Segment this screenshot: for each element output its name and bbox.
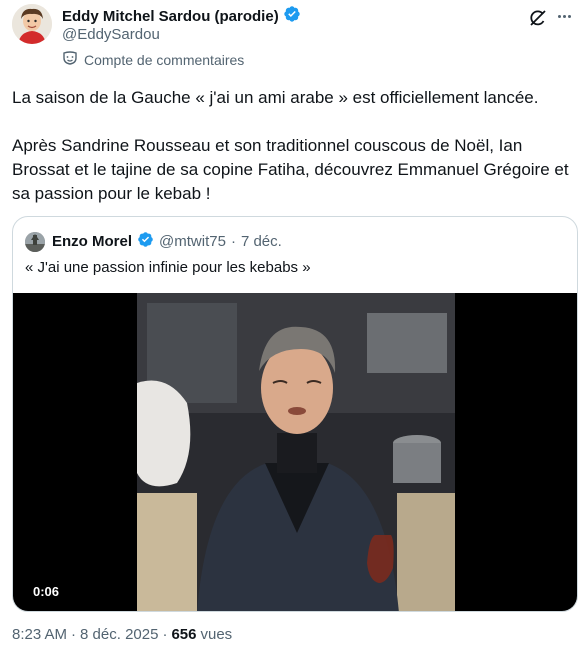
separator-dot: · [71,626,77,643]
theater-masks-icon [62,50,78,69]
tweet-footer: 8:23 AM · 8 déc. 2025 · 656 vues [12,626,232,643]
video-player[interactable]: 0:06 [13,293,577,611]
video-frame [137,293,455,611]
quoted-tweet-date[interactable]: 7 déc. [241,233,282,250]
quoted-author-handle[interactable]: @mtwit75 [159,233,226,250]
tweet-time[interactable]: 8:23 AM [12,626,67,643]
quoted-author-name[interactable]: Enzo Morel [52,233,132,250]
quoted-tweet-header: Enzo Morel @mtwit75 · 7 déc. [25,231,282,252]
tweet-text: La saison de la Gauche « j'ai un ami ara… [12,86,578,206]
account-label: Compte de commentaires [62,50,244,69]
author-name-row[interactable]: Eddy Mitchel Sardou (parodie) [62,5,301,28]
grok-icon[interactable] [528,8,548,28]
more-icon[interactable] [554,6,574,26]
views-count: 656 [171,626,197,643]
tweet-date[interactable]: 8 déc. 2025 [80,626,158,643]
verified-badge-icon [137,231,154,252]
author-display-name[interactable]: Eddy Mitchel Sardou (parodie) [62,8,279,25]
tweet-header: Eddy Mitchel Sardou (parodie) @EddySardo… [12,2,574,68]
account-label-text: Compte de commentaires [84,51,245,68]
tweet-paragraph: Après Sandrine Rousseau et son tradition… [12,136,569,203]
video-timestamp: 0:06 [27,582,66,601]
separator-dot: · [230,233,236,250]
author-avatar[interactable] [12,4,52,44]
quoted-tweet-text: « J'ai une passion infinie pour les keba… [25,259,311,276]
tweet-paragraph: La saison de la Gauche « j'ai un ami ara… [12,88,539,107]
author-handle[interactable]: @EddySardou [62,26,160,43]
verified-badge-icon [283,5,301,28]
quoted-author-avatar[interactable] [25,231,45,252]
separator-dot: · [162,626,168,643]
quoted-tweet[interactable]: Enzo Morel @mtwit75 · 7 déc. « J'ai une … [12,216,578,612]
views-label: vues [200,626,233,643]
